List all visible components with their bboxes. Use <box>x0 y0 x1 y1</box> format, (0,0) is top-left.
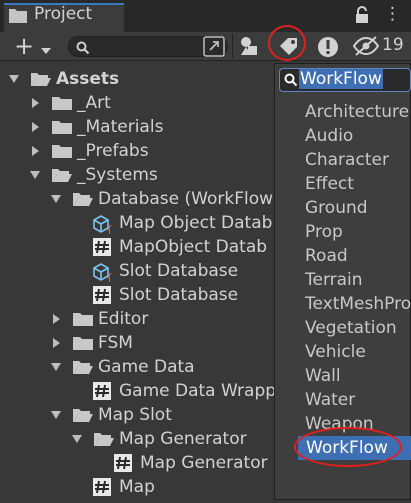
tree-item-label: MapObject Datab <box>119 237 268 257</box>
annotation-circle <box>294 427 402 467</box>
label-item[interactable]: Architecture <box>305 100 409 124</box>
label-item[interactable]: Vegetation <box>305 316 397 340</box>
tree-item-label: Map Generator <box>119 429 247 449</box>
tree-item-label: Editor <box>98 309 149 329</box>
tree-item-label: Assets <box>56 69 120 89</box>
search-icon <box>76 40 90 60</box>
chevron-right-icon[interactable] <box>29 91 43 115</box>
more-menu-button[interactable]: ⋮ <box>384 4 401 24</box>
label-item[interactable]: TextMeshPro <box>305 292 411 316</box>
label-item[interactable]: Character <box>305 148 389 172</box>
label-search-value: WorkFlow <box>299 69 383 89</box>
tree-item-label: Database (WorkFlow <box>98 189 274 209</box>
folder-icon <box>8 6 28 29</box>
chevron-down-icon <box>40 41 52 61</box>
tree-item-label: Game Data Wrapp <box>119 381 277 401</box>
label-item[interactable]: Wall <box>305 364 341 388</box>
chevron-down-icon[interactable] <box>50 403 64 427</box>
toolbar-divider <box>232 34 233 58</box>
label-item[interactable]: Road <box>305 244 348 268</box>
annotation-circle <box>268 25 306 61</box>
label-item[interactable]: Audio <box>305 124 353 148</box>
tree-item-label: Game Data <box>98 357 195 377</box>
chevron-right-icon[interactable] <box>29 139 43 163</box>
tree-item-label: Map Object Datab <box>119 213 273 233</box>
csharp-script-icon <box>93 478 111 503</box>
tree-item-label: _Art <box>77 93 111 113</box>
tree-item-label: Slot Database <box>119 285 239 305</box>
label-item[interactable]: Ground <box>305 196 368 220</box>
tree-item-label: FSM <box>98 333 133 353</box>
search-icon <box>284 72 298 92</box>
search-scope-icon[interactable] <box>203 36 225 62</box>
svg-text:{}: {} <box>106 271 115 282</box>
chevron-down-icon[interactable] <box>8 67 22 91</box>
chevron-down-icon[interactable] <box>71 427 85 451</box>
chevron-right-icon[interactable] <box>50 307 64 331</box>
label-item[interactable]: Prop <box>305 220 343 244</box>
hidden-count: 19 <box>382 35 404 55</box>
log-filter-icon[interactable] <box>316 35 340 64</box>
svg-text:{}: {} <box>106 223 115 234</box>
tree-item-label: _Materials <box>77 117 164 137</box>
tree-item-label: Map Generator <box>140 453 268 473</box>
eye-slash-icon[interactable] <box>352 35 380 62</box>
tree-item-label: Map <box>119 477 155 497</box>
chevron-right-icon[interactable] <box>29 115 43 139</box>
label-item[interactable]: Effect <box>305 172 354 196</box>
chevron-down-icon[interactable] <box>50 187 64 211</box>
chevron-down-icon[interactable] <box>50 355 64 379</box>
tree-item-label: Slot Database <box>119 261 239 281</box>
label-item[interactable]: Water <box>305 388 355 412</box>
tree-item-label: Map Slot <box>98 405 172 425</box>
lock-icon[interactable] <box>354 5 370 30</box>
chevron-down-icon[interactable] <box>29 163 43 187</box>
tree-item-label: _Prefabs <box>77 141 149 161</box>
plus-icon: + <box>14 32 35 60</box>
tree-item-label: _Systems <box>77 165 158 185</box>
create-button[interactable]: + <box>4 33 60 59</box>
chevron-right-icon[interactable] <box>50 331 64 355</box>
type-filter-icon[interactable] <box>238 35 262 62</box>
tab-title: Project <box>34 4 93 24</box>
label-item[interactable]: Vehicle <box>305 340 366 364</box>
label-item[interactable]: Terrain <box>305 268 363 292</box>
